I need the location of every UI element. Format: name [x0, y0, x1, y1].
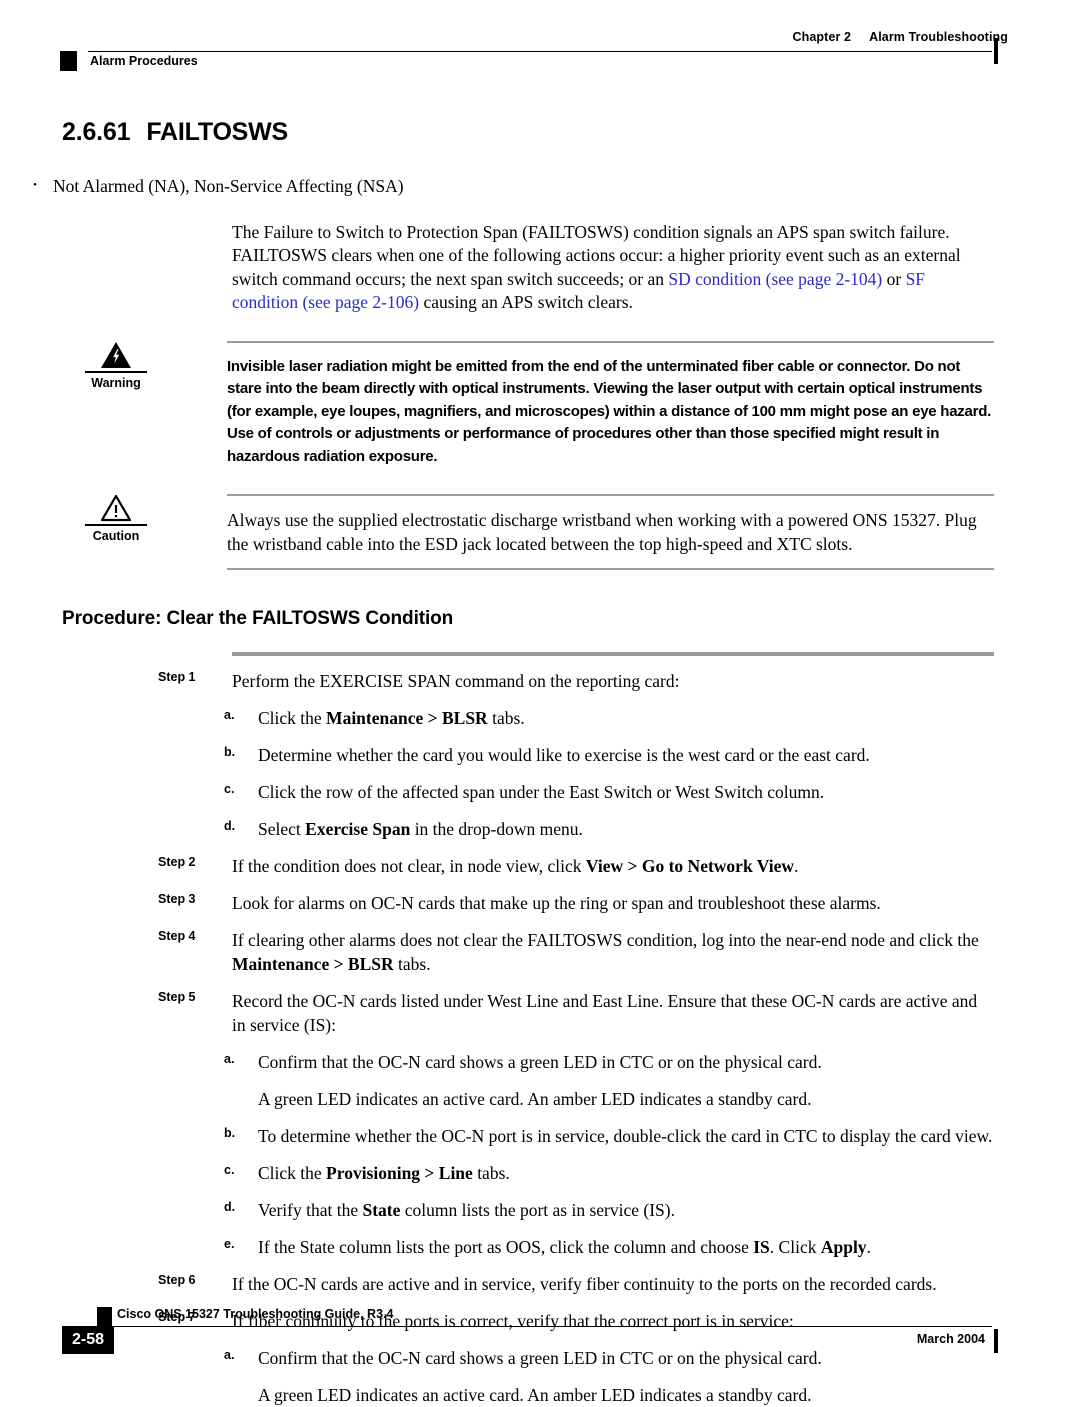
caution-label: Caution — [92, 529, 140, 543]
caution-icon-column: Caution — [62, 494, 170, 543]
step-text: If the OC-N cards are active and in serv… — [232, 1274, 937, 1294]
substep-text: A green LED indicates an active card. An… — [258, 1385, 812, 1405]
substep-text: Click the row of the affected span under… — [258, 782, 825, 802]
substep-label: d. — [224, 819, 236, 833]
substep-label: d. — [224, 1200, 236, 1214]
footer-date: March 2004 — [916, 1332, 985, 1346]
substep-text: Click the Provisioning > Line tabs. — [258, 1163, 510, 1183]
page-content: 2.6.61 FAILTOSWS Not Alarmed (NA), Non-Se… — [0, 118, 1080, 1407]
caution-icon-underline — [85, 524, 147, 526]
procedure-substep: b. Determine whether the card you would l… — [224, 743, 994, 767]
step-label: Step 2 — [158, 855, 196, 869]
procedure-substep-continuation: A green LED indicates an active card. An… — [224, 1383, 994, 1407]
procedure-rule — [232, 652, 994, 656]
procedure-steps: Step 1 Perform the EXERCISE SPAN command … — [0, 669, 1080, 1407]
warning-triangle-lightning-icon — [62, 341, 170, 371]
step-text: Perform the EXERCISE SPAN command on the… — [232, 671, 680, 691]
procedure-substep: a. Confirm that the OC-N card shows a gre… — [224, 1050, 994, 1074]
substep-text: To determine whether the OC-N port is in… — [258, 1126, 993, 1146]
substep-text: Select Exercise Span in the drop-down me… — [258, 819, 583, 839]
procedure-substep: d. Select Exercise Span in the drop-down … — [224, 817, 994, 841]
header-section-tab-marker — [60, 51, 77, 71]
header-rule — [88, 51, 992, 52]
warning-icon-column: Warning — [62, 341, 170, 390]
caution-admonition: Caution Always use the supplied electros… — [62, 494, 994, 570]
procedure-substep: b. To determine whether the OC-N port is … — [224, 1124, 994, 1148]
procedure-substep-continuation: A green LED indicates an active card. An… — [224, 1087, 994, 1111]
alarm-attributes-list: Not Alarmed (NA), Non-Service Affecting … — [0, 174, 1080, 199]
procedure-title: Procedure: Clear the FAILTOSWS Condition — [62, 608, 454, 629]
substep-text: Click the Maintenance > BLSR tabs. — [258, 708, 525, 728]
procedure-step: Step 6 If the OC-N cards are active and i… — [158, 1272, 994, 1296]
step-label: Step 6 — [158, 1273, 196, 1287]
footer-end-bar — [994, 1329, 998, 1353]
substep-label: c. — [224, 782, 235, 796]
page-number-badge: 2-58 — [62, 1326, 114, 1354]
page-title: 2.6.61 FAILTOSWS — [62, 118, 1080, 147]
footer-tab-marker — [97, 1307, 112, 1326]
procedure-substep: c. Click the Provisioning > Line tabs. — [224, 1161, 994, 1185]
substep-text: Confirm that the OC-N card shows a green… — [258, 1052, 822, 1072]
step-label: Step 1 — [158, 670, 196, 684]
procedure-substep: d. Verify that the State column lists the… — [224, 1198, 994, 1222]
substep-label: b. — [224, 1126, 236, 1140]
section-number: 2.6.61 — [62, 118, 131, 146]
step-text: Record the OC-N cards listed under West … — [232, 991, 978, 1035]
step-label: Step 5 — [158, 990, 196, 1004]
substep-text: Verify that the State column lists the p… — [258, 1200, 675, 1220]
procedure-step: Step 2 If the condition does not clear, i… — [158, 854, 994, 878]
intro-paragraph: The Failure to Switch to Protection Span… — [232, 221, 994, 315]
step-label: Step 3 — [158, 892, 196, 906]
substep-text: Determine whether the card you would lik… — [258, 745, 870, 765]
header-chapter-info: Chapter 2 Alarm Troubleshooting — [793, 30, 1008, 44]
substep-label: a. — [224, 1052, 235, 1066]
substep-text: A green LED indicates an active card. An… — [258, 1089, 812, 1109]
warning-admonition: Warning Invisible laser radiation might … — [62, 340, 994, 469]
header-section-title: Alarm Procedures — [90, 54, 198, 68]
list-item: Not Alarmed (NA), Non-Service Affecting … — [33, 174, 1080, 199]
substep-label: b. — [224, 745, 236, 759]
section-name: FAILTOSWS — [146, 118, 289, 146]
intro-block: The Failure to Switch to Protection Span… — [232, 221, 994, 315]
warning-text: Invisible laser radiation might be emitt… — [227, 340, 994, 469]
substep-label: e. — [224, 1237, 235, 1251]
step-text: Look for alarms on OC-N cards that make … — [232, 893, 881, 913]
procedure-substep: a. Click the Maintenance > BLSR tabs. — [224, 706, 994, 730]
warning-label: Warning — [91, 375, 141, 390]
intro-text-mid: or — [882, 268, 906, 289]
substep-label: c. — [224, 1163, 235, 1177]
substep-label: a. — [224, 708, 235, 722]
header-chapter-title: Alarm Troubleshooting — [869, 30, 1008, 44]
procedure-step: Step 5 Record the OC-N cards listed under… — [158, 989, 994, 1037]
link-sd-condition[interactable]: SD condition (see page 2-104) — [668, 269, 882, 289]
procedure-step: Step 1 Perform the EXERCISE SPAN command … — [158, 669, 994, 693]
procedure-step: Step 4 If clearing other alarms does not … — [158, 928, 994, 976]
caution-triangle-exclamation-icon — [62, 494, 170, 524]
step-text: If clearing other alarms does not clear … — [232, 930, 979, 974]
footer-guide-title: Cisco ONS 15327 Troubleshooting Guide, R… — [117, 1307, 394, 1321]
procedure-step: Step 3 Look for alarms on OC-N cards that… — [158, 891, 994, 915]
header-chapter-number: Chapter 2 — [792, 30, 852, 44]
caution-text: Always use the supplied electrostatic di… — [227, 494, 994, 570]
page-footer: Cisco ONS 15327 Troubleshooting Guide, R… — [0, 1307, 1080, 1367]
footer-rule — [88, 1326, 992, 1327]
procedure-substep: c. Click the row of the affected span und… — [224, 780, 994, 804]
step-text: If the condition does not clear, in node… — [232, 856, 799, 876]
intro-text-part2: causing an APS switch clears. — [419, 292, 633, 312]
substep-text: If the State column lists the port as OO… — [258, 1237, 871, 1257]
header-end-bar — [994, 38, 998, 64]
page-header: Chapter 2 Alarm Troubleshooting Alarm Pro… — [0, 30, 1080, 76]
step-label: Step 4 — [158, 929, 196, 943]
procedure-substep: e. If the State column lists the port as … — [224, 1235, 994, 1259]
